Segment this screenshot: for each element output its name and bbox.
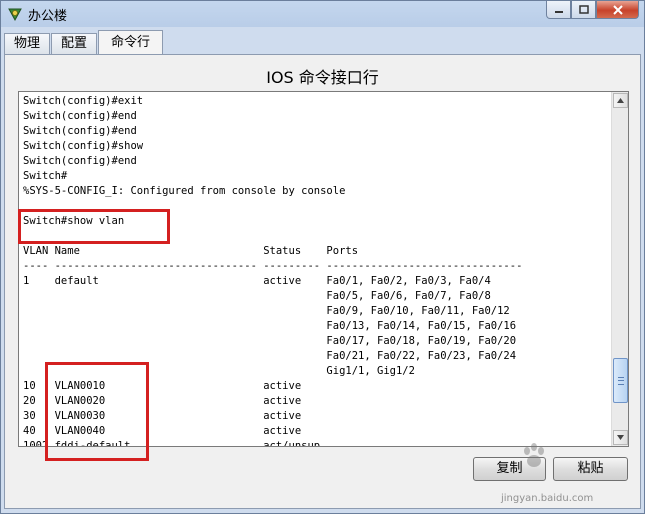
paste-button[interactable]: 粘贴: [553, 457, 628, 481]
terminal-line: VLAN Name Status Ports: [23, 245, 359, 257]
network-switch-icon: [8, 8, 22, 22]
terminal-line: Switch(config)#show: [23, 140, 144, 152]
scroll-down-button[interactable]: [613, 430, 628, 445]
minimize-icon: [554, 10, 563, 13]
application-window: 办公楼 物理 配置 命令行 IOS 命令接口行 Switch(config)#e…: [0, 0, 645, 514]
terminal-line: Switch#: [23, 170, 68, 182]
terminal-output[interactable]: Switch(config)#exit Switch(config)#end Swi…: [23, 94, 609, 446]
terminal-line: ---- -------------------------------- --…: [23, 260, 523, 272]
window-title: 办公楼: [28, 9, 68, 24]
terminal-line: Fa0/13, Fa0/14, Fa0/15, Fa0/16: [23, 320, 517, 332]
window-controls: [546, 1, 639, 20]
title-bar[interactable]: 办公楼: [1, 1, 644, 27]
terminal-line: Switch(config)#exit: [23, 95, 144, 107]
terminal-line: 10 VLAN0010 active: [23, 380, 302, 392]
arrow-down-icon: [617, 435, 624, 440]
maximize-icon: [578, 5, 589, 14]
tab-cli[interactable]: 命令行: [98, 30, 164, 55]
terminal-line: 40 VLAN0040 active: [23, 425, 302, 437]
tab-bar: 物理 配置 命令行: [4, 30, 164, 55]
close-icon: [612, 4, 623, 15]
terminal-line: Fa0/17, Fa0/18, Fa0/19, Fa0/20: [23, 335, 517, 347]
cli-panel: IOS 命令接口行 Switch(config)#exit Switch(conf…: [4, 54, 641, 509]
terminal-line: Switch#show vlan: [23, 215, 125, 227]
terminal-line: Fa0/5, Fa0/6, Fa0/7, Fa0/8: [23, 290, 491, 302]
terminal-line: 20 VLAN0020 active: [23, 395, 302, 407]
terminal-line: 1 default active Fa0/1, Fa0/2, Fa0/3, Fa…: [23, 275, 491, 287]
terminal-line: Switch(config)#end: [23, 125, 137, 137]
terminal-line: Gig1/1, Gig1/2: [23, 365, 415, 377]
scroll-thumb[interactable]: [613, 358, 628, 403]
vertical-scrollbar[interactable]: [611, 92, 628, 446]
arrow-up-icon: [617, 98, 624, 103]
tab-physical[interactable]: 物理: [4, 33, 51, 54]
close-button[interactable]: [596, 1, 639, 19]
panel-title: IOS 命令接口行: [266, 68, 379, 87]
terminal-line: Switch(config)#end: [23, 110, 137, 122]
terminal-console[interactable]: Switch(config)#exit Switch(config)#end Swi…: [18, 91, 629, 447]
terminal-line: Fa0/9, Fa0/10, Fa0/11, Fa0/12: [23, 305, 510, 317]
tab-config[interactable]: 配置: [51, 33, 98, 54]
scroll-up-button[interactable]: [613, 93, 628, 108]
copy-button[interactable]: 复制: [473, 457, 546, 481]
minimize-button[interactable]: [546, 1, 571, 19]
grip-icon: [618, 377, 624, 385]
terminal-line: %SYS-5-CONFIG_I: Configured from console…: [23, 185, 346, 197]
terminal-line: Switch(config)#end: [23, 155, 137, 167]
terminal-line: Fa0/21, Fa0/22, Fa0/23, Fa0/24: [23, 350, 517, 362]
terminal-line: 30 VLAN0030 active: [23, 410, 302, 422]
terminal-line: 1002 fddi-default act/unsup: [23, 440, 321, 446]
maximize-button[interactable]: [571, 1, 596, 19]
